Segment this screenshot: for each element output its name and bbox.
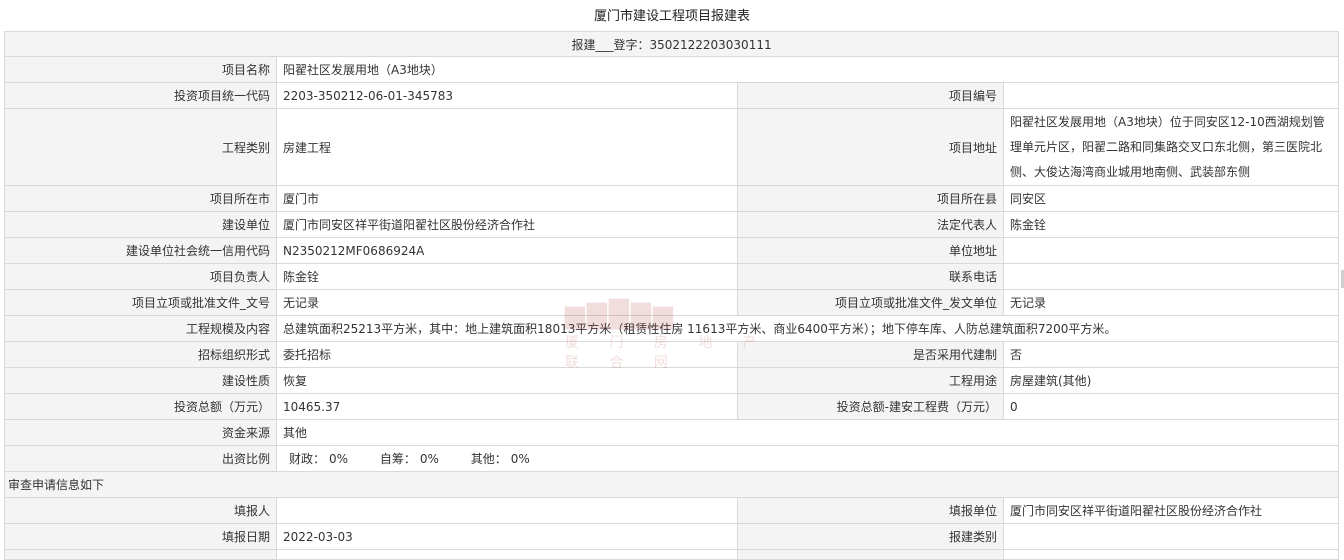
filler-unit-value: 厦门市同安区祥平街道阳翟社区股份经济合作社: [1002, 497, 1340, 524]
invest-total-label: 投资总额（万元）: [4, 393, 277, 420]
approval-unit-label: 项目立项或批准文件_发文单位: [737, 289, 1004, 316]
project-name-label: 项目名称: [4, 56, 277, 83]
section-header-row: 审查申请信息如下: [3, 471, 1340, 498]
table-row: 建设单位社会统一信用代码 N2350212MF0686924A 单位地址: [4, 237, 1340, 264]
county-label: 项目所在县: [737, 185, 1004, 212]
registration-row: 报建___登字：3502122203030111: [3, 31, 1340, 57]
ratio-value: 财政： 0% 自筹： 0% 其他： 0%: [275, 445, 1340, 472]
unit-address-value: [1002, 237, 1340, 264]
table-row-partial: [4, 549, 1340, 560]
usage-value: 房屋建筑(其他): [1002, 367, 1340, 394]
invest-build-value: 0: [1002, 393, 1340, 420]
filler-label: 填报人: [4, 497, 277, 524]
manager-label: 项目负责人: [4, 263, 277, 290]
fund-source-label: 资金来源: [4, 419, 277, 446]
unit-address-label: 单位地址: [737, 237, 1004, 264]
nature-label: 建设性质: [4, 367, 277, 394]
builder-value: 厦门市同安区祥平街道阳翟社区股份经济合作社: [276, 211, 738, 238]
table-row: 建设单位 厦门市同安区祥平街道阳翟社区股份经济合作社 法定代表人 陈金铨: [4, 211, 1340, 238]
table-row: 工程类别 房建工程 项目地址 阳翟社区发展用地（A3地块）位于同安区12-10西…: [4, 108, 1340, 186]
bidding-value: 委托招标: [276, 341, 738, 368]
cut-off-cell: [1002, 549, 1340, 560]
table-row: 投资总额（万元） 10465.37 投资总额-建安工程费（万元） 0: [4, 393, 1340, 420]
manager-value: 陈金铨: [276, 263, 738, 290]
phone-label: 联系电话: [737, 263, 1004, 290]
report-type-label: 报建类别: [737, 523, 1004, 550]
cut-off-cell: [4, 549, 277, 560]
address-value: 阳翟社区发展用地（A3地块）位于同安区12-10西湖规划管理单元片区，阳翟二路和…: [1002, 108, 1340, 186]
ratio-fin-value: 0%: [329, 452, 349, 466]
agent-label: 是否采用代建制: [737, 341, 1004, 368]
approval-doc-label: 项目立项或批准文件_文号: [4, 289, 277, 316]
table-row: 资金来源 其他: [4, 419, 1340, 446]
invest-build-label: 投资总额-建安工程费（万元）: [737, 393, 1004, 420]
table-row: 项目负责人 陈金铨 联系电话: [4, 263, 1340, 290]
scale-value: 总建筑面积25213平方米，其中：地上建筑面积18013平方米（租赁性住房 11…: [275, 315, 1340, 342]
cut-off-cell: [276, 549, 738, 560]
builder-label: 建设单位: [4, 211, 277, 238]
invest-code-label: 投资项目统一代码: [4, 82, 277, 109]
approval-doc-value: 无记录: [276, 289, 738, 316]
table-row: 工程规模及内容 总建筑面积25213平方米，其中：地上建筑面积18013平方米（…: [4, 315, 1340, 342]
ratio-self-label: 自筹：: [379, 452, 416, 466]
table-row: 填报日期 2022-03-03 报建类别: [4, 523, 1340, 550]
category-value: 房建工程: [276, 108, 738, 186]
credit-code-value: N2350212MF0686924A: [276, 237, 738, 264]
agent-value: 否: [1002, 341, 1340, 368]
registration-number: 报建___登字：3502122203030111: [3, 31, 1340, 57]
county-value: 同安区: [1002, 185, 1340, 212]
fill-date-value: 2022-03-03: [276, 523, 738, 550]
bidding-label: 招标组织形式: [4, 341, 277, 368]
table-row: 招标组织形式 委托招标 是否采用代建制 否: [4, 341, 1340, 368]
invest-total-value: 10465.37: [276, 393, 738, 420]
ratio-other-label: 其他：: [470, 452, 507, 466]
city-label: 项目所在市: [4, 185, 277, 212]
cut-off-cell: [737, 549, 1004, 560]
table-row: 建设性质 恢复 工程用途 房屋建筑(其他): [4, 367, 1340, 394]
ratio-other-value: 0%: [510, 452, 530, 466]
filler-value: [276, 497, 738, 524]
usage-label: 工程用途: [737, 367, 1004, 394]
table-row: 项目名称 阳翟社区发展用地（A3地块）: [4, 56, 1340, 83]
table-row: 出资比例 财政： 0% 自筹： 0% 其他： 0%: [4, 445, 1340, 472]
approval-unit-value: 无记录: [1002, 289, 1340, 316]
page-title: 厦门市建设工程项目报建表: [593, 9, 750, 24]
table-row: 填报人 填报单位 厦门市同安区祥平街道阳翟社区股份经济合作社: [4, 497, 1340, 524]
ratio-self-value: 0%: [419, 452, 439, 466]
city-value: 厦门市: [276, 185, 738, 212]
report-type-value: [1002, 523, 1340, 550]
nature-value: 恢复: [276, 367, 738, 394]
table-row: 项目立项或批准文件_文号 无记录 项目立项或批准文件_发文单位 无记录: [4, 289, 1340, 316]
phone-value: [1002, 263, 1340, 290]
credit-code-label: 建设单位社会统一信用代码: [4, 237, 277, 264]
project-no-value: [1002, 82, 1340, 109]
fund-source-value: 其他: [275, 419, 1340, 446]
project-no-label: 项目编号: [737, 82, 1004, 109]
filler-unit-label: 填报单位: [737, 497, 1004, 524]
ratio-label: 出资比例: [4, 445, 277, 472]
address-label: 项目地址: [737, 108, 1004, 186]
fill-date-label: 填报日期: [4, 523, 277, 550]
table-row: 项目所在市 厦门市 项目所在县 同安区: [4, 185, 1340, 212]
construction-registration-table: 报建___登字：3502122203030111 项目名称 阳翟社区发展用地（A…: [3, 31, 1340, 560]
ratio-fin-label: 财政：: [289, 452, 326, 466]
scale-label: 工程规模及内容: [4, 315, 277, 342]
table-row: 投资项目统一代码 2203-350212-06-01-345783 项目编号: [4, 82, 1340, 109]
invest-code-value: 2203-350212-06-01-345783: [276, 82, 738, 109]
review-section-title: 审查申请信息如下: [3, 471, 1340, 498]
category-label: 工程类别: [4, 108, 277, 186]
legal-rep-value: 陈金铨: [1002, 211, 1340, 238]
project-name-value: 阳翟社区发展用地（A3地块）: [275, 56, 1340, 83]
legal-rep-label: 法定代表人: [737, 211, 1004, 238]
